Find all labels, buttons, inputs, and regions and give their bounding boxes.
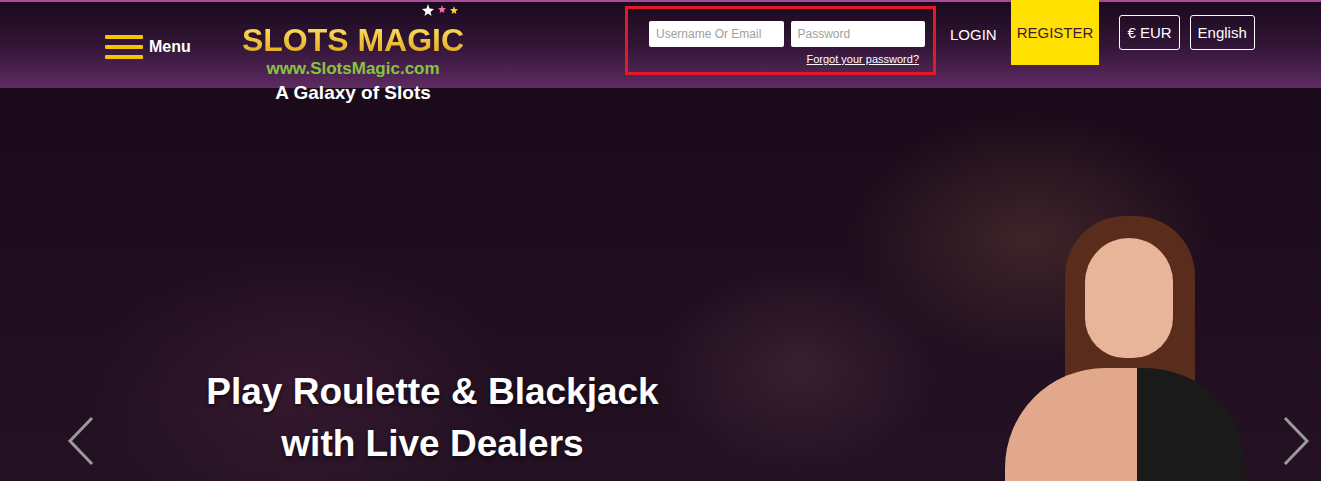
login-fields [649,21,925,47]
dealer-photo [985,208,1245,481]
previous-arrow-icon[interactable] [66,416,96,466]
login-button[interactable]: LOGIN [950,26,997,43]
stars-icon [422,4,462,18]
currency-button[interactable]: € EUR [1119,15,1179,50]
hero-headline: Play Roulette & Blackjackwith Live Deale… [160,366,705,470]
username-input[interactable] [649,21,784,47]
menu-label: Menu [149,38,191,56]
register-button[interactable]: REGISTER [1011,0,1100,65]
headline-line: Play Roulette & Blackjack [160,366,705,418]
logo[interactable]: SLOTS MAGICwww.SlotsMagic.comA Galaxy of… [238,0,468,106]
logo-url: www.SlotsMagic.com [266,58,439,80]
next-arrow-icon[interactable] [1281,416,1311,466]
header: MenuSLOTS MAGICwww.SlotsMagic.comA Galax… [0,0,1321,88]
forgot-password-link[interactable]: Forgot your password? [807,53,920,65]
language-button[interactable]: English [1190,15,1255,50]
headline-line: with Live Dealers [160,418,705,470]
logo-name: SLOTS MAGIC [242,22,464,58]
logo-tagline: A Galaxy of Slots [275,80,431,106]
dealer-face [1085,238,1173,358]
hero-banner: Play Roulette & Blackjackwith Live Deale… [0,88,1321,481]
menu-button[interactable]: Menu [105,35,238,59]
page: Menu SLOTS MAGICwww.SlotsMagic.comA Galax… [0,0,1321,481]
hamburger-icon [105,35,143,59]
dealer-body [1005,368,1245,481]
login-form: Forgot your password? [625,6,936,75]
password-input[interactable] [791,21,926,47]
